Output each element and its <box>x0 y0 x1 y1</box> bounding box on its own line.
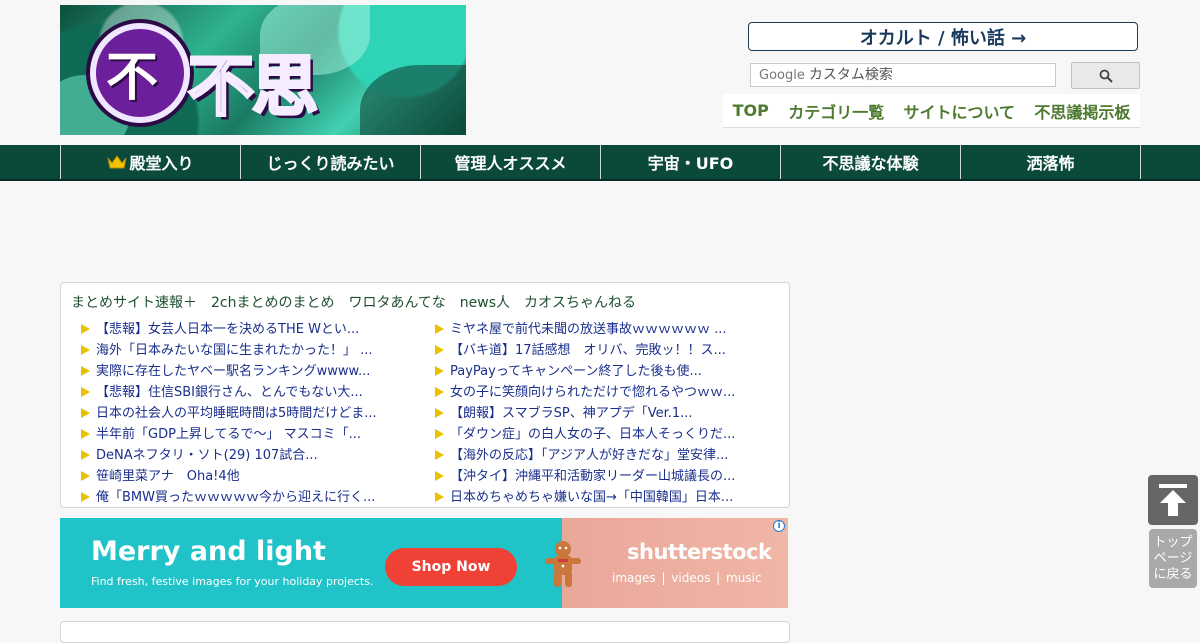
feed-item[interactable]: 【沖タイ】沖縄平和活動家リーダー山城議長の... <box>435 464 775 485</box>
feed-item[interactable]: ミヤネ屋で前代未聞の放送事故ｗｗｗｗｗｗ ... <box>435 317 775 338</box>
bullet-triangle-icon <box>435 491 444 502</box>
feed-site-links: まとめサイト速報＋ 2chまとめのまとめ ワロタあんてな news人 カオスちゃ… <box>71 292 636 312</box>
feed-column-right: ミヤネ屋で前代未聞の放送事故ｗｗｗｗｗｗ ... 【バキ道】17話感想 オリバ、… <box>435 317 775 506</box>
feed-item[interactable]: 【悲報】住信SBI銀行さん、とんでもない大... <box>81 380 421 401</box>
search-box[interactable]: Google <box>750 63 1056 87</box>
nav-category-list[interactable]: カテゴリ一覧 <box>788 99 884 123</box>
content-box <box>60 621 790 643</box>
search-button[interactable] <box>1071 62 1140 89</box>
bullet-triangle-icon <box>435 386 444 397</box>
feed-item[interactable]: 【悲報】女芸人日本一を決めるTHE Wとい... <box>81 317 421 338</box>
bullet-triangle-icon <box>435 323 444 334</box>
bullet-triangle-icon <box>435 344 444 355</box>
bullet-triangle-icon <box>435 407 444 418</box>
bullet-triangle-icon <box>81 491 90 502</box>
feed-item[interactable]: 日本めちゃめちゃ嫌いな国→「中国韓国」日本... <box>435 485 775 506</box>
occult-link-button[interactable]: オカルト / 怖い話 → <box>748 22 1138 51</box>
nav-top[interactable]: TOP <box>733 101 769 120</box>
feed-item[interactable]: 【海外の反応】「アジア人が好きだな」堂安律... <box>435 443 775 464</box>
feed-item[interactable]: 【バキ道】17話感想 オリバ、完敗ッ！！ス... <box>435 338 775 359</box>
ad-shop-now-button[interactable]: Shop Now <box>385 548 517 586</box>
bullet-triangle-icon <box>435 428 444 439</box>
bullet-triangle-icon <box>81 428 90 439</box>
feed-site-link[interactable]: ワロタあんてな <box>348 292 445 312</box>
bullet-triangle-icon <box>435 449 444 460</box>
feed-item[interactable]: PayPayってキャンペーン終了した後も使... <box>435 359 775 380</box>
gingerbread-icon <box>545 541 581 587</box>
feed-column-left: 【悲報】女芸人日本一を決めるTHE Wとい... 海外「日本みたいな国に生まれた… <box>81 317 421 506</box>
feed-item[interactable]: 女の子に笑顔向けられただけで惚れるやつｗｗ... <box>435 380 775 401</box>
logo-text: 不思議.NET <box>187 47 320 127</box>
feed-site-link[interactable]: カオスちゃんねる <box>524 292 636 312</box>
feed-item[interactable]: 日本の社会人の平均睡眠時間は5時間だけどま... <box>81 401 421 422</box>
bullet-triangle-icon <box>81 365 90 376</box>
search-icon <box>1099 69 1113 83</box>
bullet-triangle-icon <box>81 449 90 460</box>
ad-subtext: Find fresh, festive images for your holi… <box>91 575 374 588</box>
category-sharekowa[interactable]: 洒落怖 <box>961 145 1141 179</box>
logo-seal-char: 不 <box>106 47 159 108</box>
bullet-triangle-icon <box>81 386 90 397</box>
bullet-triangle-icon <box>81 344 90 355</box>
feed-item[interactable]: DeNAネフタリ・ソト(29) 107試合... <box>81 443 421 464</box>
feed-site-link[interactable]: まとめサイト速報＋ <box>71 292 197 312</box>
category-read-slowly[interactable]: じっくり読みたい <box>241 145 421 179</box>
bullet-triangle-icon <box>81 407 90 418</box>
back-to-top-button[interactable] <box>1148 475 1198 525</box>
search-input[interactable] <box>808 67 1039 83</box>
ad-brand-logo: shutterstock <box>627 540 772 564</box>
nav-bbs[interactable]: 不思議掲示板 <box>1034 99 1130 123</box>
bullet-triangle-icon <box>81 323 90 334</box>
ad-info-icon[interactable]: i <box>773 520 785 532</box>
category-admin-picks[interactable]: 管理人オススメ <box>421 145 601 179</box>
category-bar: 殿堂入り じっくり読みたい 管理人オススメ 宇宙・UFO 不思議な体験 洒落怖 <box>0 145 1200 181</box>
site-logo[interactable]: 不 不思議.NET <box>60 5 466 135</box>
category-hall-of-fame[interactable]: 殿堂入り <box>61 145 241 179</box>
feed-item[interactable]: 「ダウン症」の白人女の子、日本人そっくりだ... <box>435 422 775 443</box>
feed-site-link[interactable]: news人 <box>460 292 510 312</box>
bullet-triangle-icon <box>435 365 444 376</box>
crown-icon <box>107 155 127 169</box>
feed-item[interactable]: 半年前「GDP上昇してるで～」 マスコミ「... <box>81 422 421 443</box>
feed-item[interactable]: 海外「日本みたいな国に生まれたかった！」 ... <box>81 338 421 359</box>
antenna-feed: まとめサイト速報＋ 2chまとめのまとめ ワロタあんてな news人 カオスちゃ… <box>60 282 790 508</box>
feed-item[interactable]: 実際に存在したヤベー駅名ランキングwwww... <box>81 359 421 380</box>
feed-item[interactable]: 【朗報】スマブラSP、神アプデ「Ver.1... <box>435 401 775 422</box>
feed-item[interactable]: 俺「BMW買ったｗｗｗｗｗ今から迎えに行く... <box>81 485 421 506</box>
feed-site-link[interactable]: 2chまとめのまとめ <box>211 292 334 312</box>
feed-item[interactable]: 笹崎里菜アナ Oha!4他 <box>81 464 421 485</box>
top-navigation: TOP カテゴリ一覧 サイトについて 不思議掲示板 <box>723 94 1140 128</box>
bullet-triangle-icon <box>435 470 444 481</box>
ad-links: images | videos | music <box>612 571 762 585</box>
search-brand: Google <box>759 67 805 83</box>
category-label: 殿堂入り <box>129 154 194 173</box>
category-space-ufo[interactable]: 宇宙・UFO <box>601 145 781 179</box>
ad-headline: Merry and light <box>91 536 326 567</box>
nav-about[interactable]: サイトについて <box>904 99 1016 123</box>
ad-banner[interactable]: Merry and light Find fresh, festive imag… <box>60 518 788 608</box>
back-to-top-label[interactable]: トップ ページ に戻る <box>1149 529 1197 588</box>
bullet-triangle-icon <box>81 470 90 481</box>
category-mysterious-experience[interactable]: 不思議な体験 <box>781 145 961 179</box>
arrow-up-icon <box>1159 484 1187 516</box>
